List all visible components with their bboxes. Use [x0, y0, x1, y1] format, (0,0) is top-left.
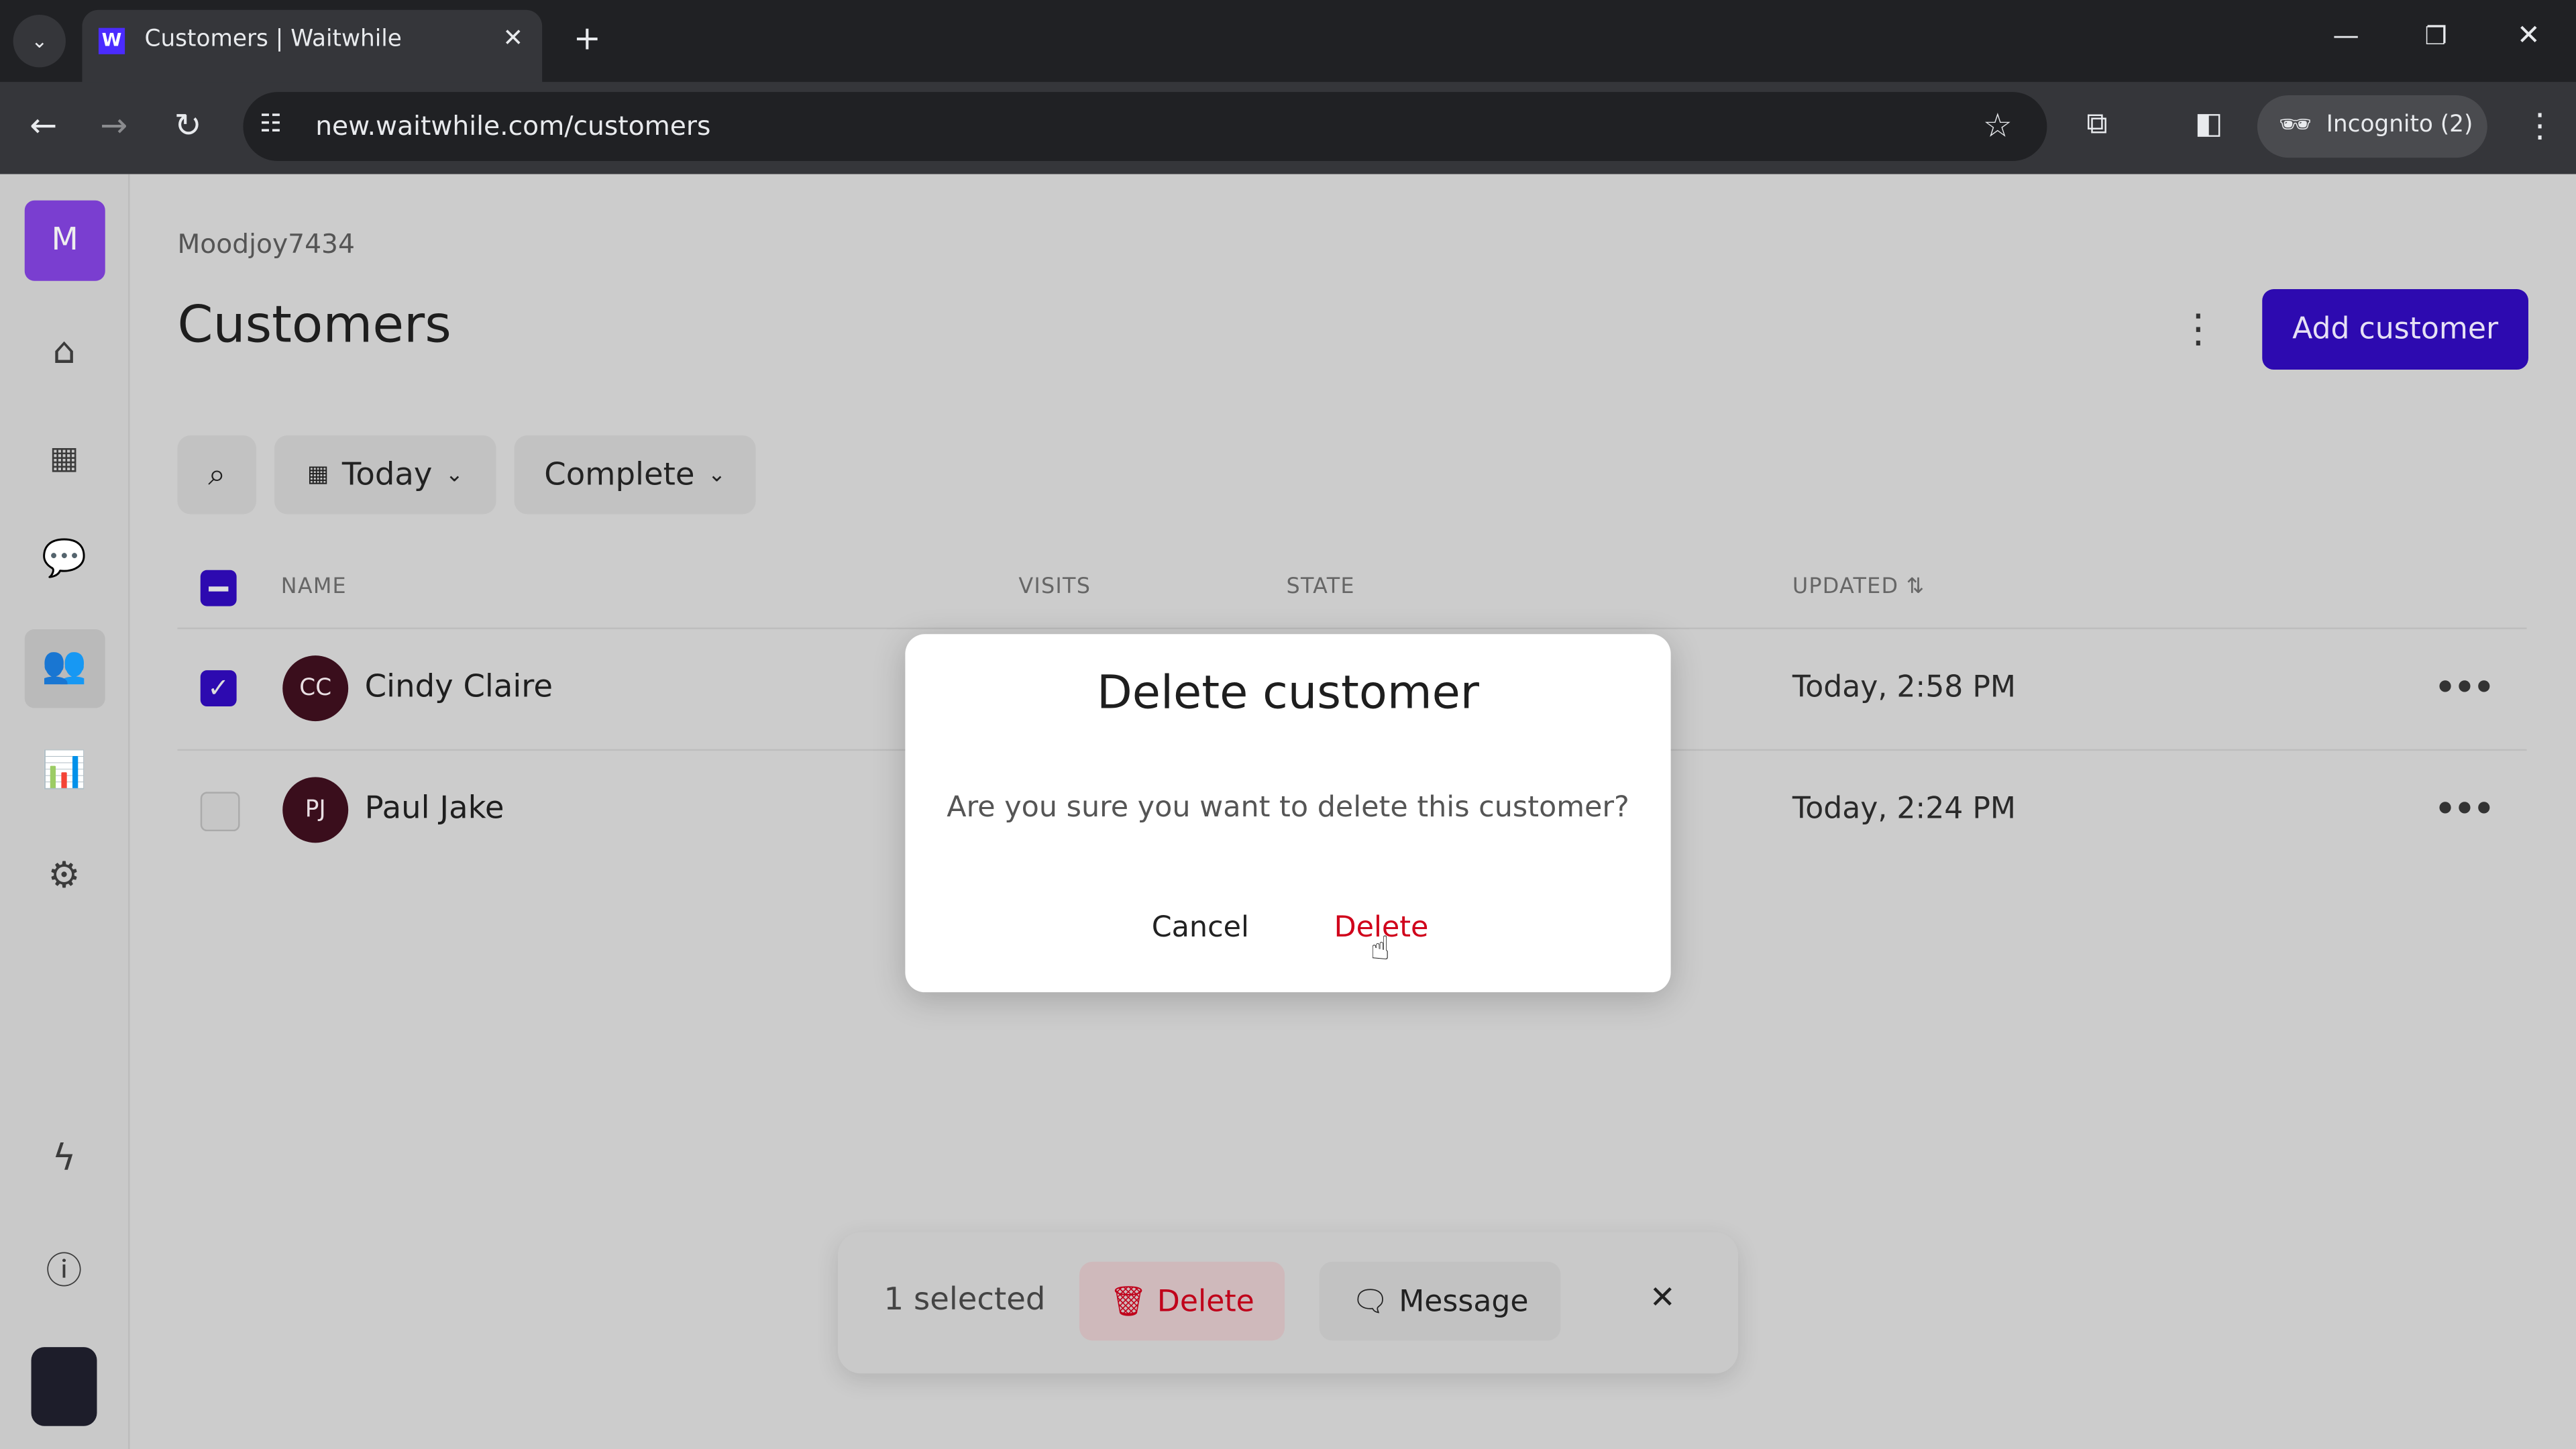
browser-menu-icon[interactable]: ⋮ [2524, 105, 2557, 145]
cancel-button[interactable]: Cancel [1152, 912, 1249, 945]
customers-icon: 👥 [41, 645, 87, 687]
analytics-icon[interactable]: 📊 [40, 747, 89, 796]
incognito-icon: 🕶 [2278, 108, 2312, 140]
account-name: Moodjoy7434 [177, 228, 355, 260]
calendar-icon: ▦ [307, 462, 329, 488]
updated-time: Today, 2:58 PM [1792, 670, 2016, 705]
chat-icon[interactable]: 💬 [40, 535, 89, 584]
tab-title: Customers | Waitwhile [144, 26, 402, 53]
avatar: PJ [282, 777, 349, 843]
updated-time: Today, 2:24 PM [1792, 792, 2016, 826]
trash-icon: 🗑 [1110, 1283, 1148, 1319]
site-info-icon[interactable]: ☷ [260, 109, 282, 138]
calendar-icon[interactable]: ▦ [40, 434, 89, 483]
org-avatar[interactable]: M [24, 200, 105, 281]
dialog-title: Delete customer [1097, 665, 1480, 720]
home-icon[interactable]: ⌂ [40, 329, 89, 378]
new-tab-icon[interactable]: + [574, 18, 601, 58]
close-window-icon[interactable]: ✕ [2517, 19, 2540, 52]
chevron-down-icon: ⌄ [445, 462, 464, 488]
column-header-updated[interactable]: UPDATED ⇅ [1792, 575, 1925, 600]
waitwhile-favicon: W [98, 28, 125, 54]
column-header-visits[interactable]: VISITS [1018, 575, 1091, 600]
search-button[interactable]: ⌕ [177, 435, 257, 515]
column-header-state[interactable]: STATE [1287, 575, 1355, 600]
selected-count: 1 selected [883, 1281, 1046, 1318]
user-avatar[interactable] [31, 1347, 97, 1426]
bulk-message-button[interactable]: 🗨 Message [1319, 1261, 1561, 1341]
bookmark-star-icon[interactable]: ☆ [1983, 105, 2012, 145]
customer-name[interactable]: Cindy Claire [365, 669, 553, 705]
page-title: Customers [177, 295, 451, 355]
search-icon: ⌕ [208, 456, 226, 493]
restore-icon[interactable]: ❐ [2425, 21, 2447, 51]
bulk-delete-button[interactable]: 🗑 Delete [1079, 1261, 1285, 1341]
sort-icon: ⇅ [1906, 575, 1925, 600]
row-menu-icon[interactable]: ••• [2434, 789, 2494, 828]
back-icon[interactable]: ← [30, 105, 57, 145]
url-text[interactable]: new.waitwhile.com/customers [315, 110, 710, 142]
status-filter-label: Complete [544, 456, 695, 493]
date-filter[interactable]: ▦ Today ⌄ [274, 435, 496, 515]
forward-icon[interactable]: → [100, 105, 127, 145]
minimize-icon[interactable]: — [2333, 19, 2359, 51]
avatar: CC [282, 655, 349, 722]
column-header-name[interactable]: NAME [281, 575, 347, 600]
row-menu-icon[interactable]: ••• [2434, 667, 2494, 706]
row-checkbox[interactable] [200, 792, 240, 832]
lightning-icon[interactable]: ϟ [40, 1135, 89, 1184]
customer-name[interactable]: Paul Jake [365, 790, 504, 826]
dialog-message: Are you sure you want to delete this cus… [947, 792, 1629, 825]
extensions-icon[interactable]: ⧉ [2086, 107, 2107, 141]
tab-search-button[interactable]: ⌄ [13, 15, 66, 68]
cursor-hand-icon: ☝ [1370, 928, 1391, 968]
side-panel-icon[interactable]: ◧ [2195, 107, 2223, 141]
help-icon[interactable]: ⓘ [40, 1248, 89, 1297]
message-icon: 🗨 [1351, 1283, 1389, 1319]
reload-icon[interactable]: ↻ [174, 105, 202, 145]
settings-icon[interactable]: ⚙ [40, 853, 89, 902]
add-customer-button[interactable]: Add customer [2262, 289, 2528, 370]
chevron-down-icon: ⌄ [708, 462, 726, 488]
select-all-checkbox[interactable] [200, 570, 237, 606]
incognito-label: Incognito (2) [2326, 111, 2473, 138]
close-tab-icon[interactable]: ✕ [502, 23, 523, 52]
more-options-icon[interactable]: ⋮ [2178, 306, 2218, 352]
date-filter-label: Today [341, 456, 433, 493]
status-filter[interactable]: Complete ⌄ [514, 435, 756, 515]
clear-selection-icon[interactable]: ✕ [1650, 1280, 1676, 1316]
row-checkbox[interactable]: ✓ [200, 670, 237, 707]
divider [177, 627, 2527, 629]
